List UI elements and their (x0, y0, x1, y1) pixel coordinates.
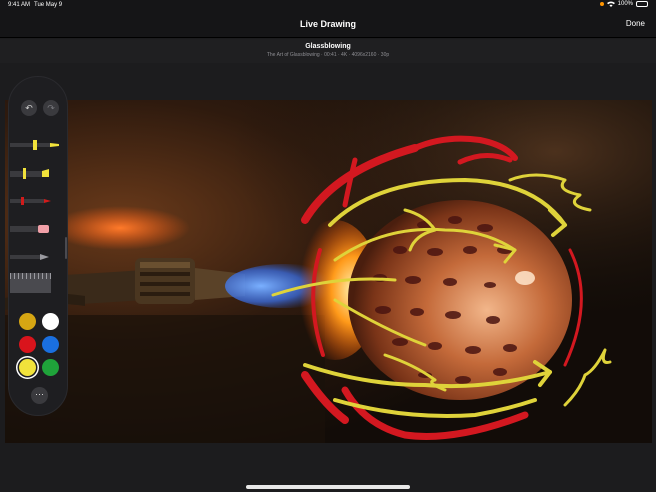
done-button[interactable]: Done (626, 19, 645, 28)
tool-scroll-indicator (65, 237, 67, 259)
color-swatch-yellow[interactable] (19, 359, 36, 376)
video-frame (5, 100, 652, 443)
highlighter-icon (10, 140, 59, 150)
drawing-canvas[interactable] (5, 100, 652, 443)
color-swatch-blue[interactable] (42, 336, 59, 353)
eraser-icon (10, 225, 49, 233)
recording-indicator-icon (599, 2, 604, 6)
pen-icon (10, 197, 51, 205)
video-title: Glassblowing (305, 43, 351, 50)
navigation-bar: Live Drawing Done (0, 12, 656, 38)
status-time: 9:41 AM (8, 2, 31, 8)
eraser-tool[interactable] (9, 221, 67, 237)
color-swatch-gold[interactable] (19, 313, 36, 330)
color-swatch-green[interactable] (42, 359, 59, 376)
nav-title: Live Drawing (299, 19, 356, 29)
marker-icon (10, 168, 49, 179)
color-swatch-white[interactable] (42, 313, 59, 330)
more-options-button[interactable]: ⋯ (31, 387, 48, 404)
pen-tool[interactable] (9, 193, 67, 209)
pencil-tool[interactable] (9, 249, 67, 265)
undo-button[interactable]: ↶ (21, 100, 37, 116)
tool-palette: ↶ ↷ ⋯ (8, 76, 68, 416)
status-indicators: 100% (599, 1, 648, 7)
battery-icon (636, 1, 648, 7)
video-meta: The Art of Glassblowing · 00:41 · 4K · 4… (266, 52, 390, 58)
video-info: Glassblowing The Art of Glassblowing · 0… (0, 39, 656, 63)
redo-button[interactable]: ↷ (43, 100, 59, 116)
home-indicator[interactable] (246, 485, 410, 489)
pencil-icon (10, 254, 49, 260)
background-glow (50, 206, 190, 250)
highlighter-tool[interactable] (9, 137, 67, 153)
marker-tool[interactable] (9, 165, 67, 181)
ruler-tool[interactable] (10, 273, 51, 293)
status-bar: 9:41 AM Tue May 9 100% (0, 0, 656, 12)
battery-percent: 100% (617, 1, 633, 7)
status-date: Tue May 9 (34, 2, 63, 8)
color-swatch-red[interactable] (19, 336, 36, 353)
wifi-icon (606, 1, 615, 7)
